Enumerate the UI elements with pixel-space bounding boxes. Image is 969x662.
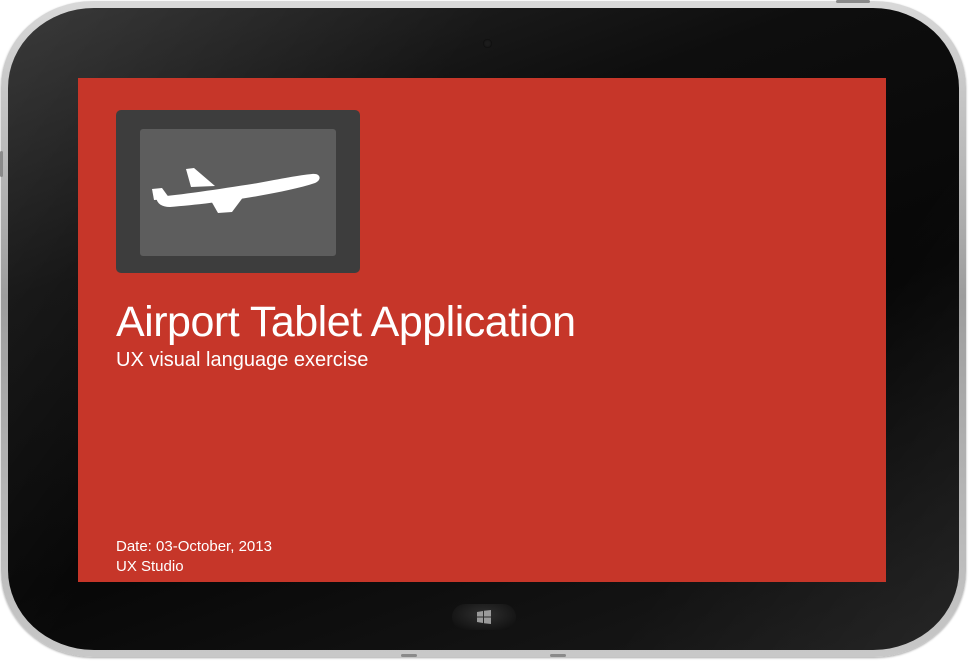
port-bottom-right — [550, 654, 566, 657]
windows-logo-icon — [477, 610, 491, 624]
page-subtitle: UX visual language exercise — [116, 349, 369, 371]
app-logo-tile — [116, 110, 360, 273]
date-label: Date: 03-October, 2013 — [116, 538, 272, 555]
organization-label: UX Studio — [116, 558, 184, 575]
power-button — [0, 151, 3, 177]
camera-icon — [483, 39, 492, 48]
port-bottom-left — [401, 654, 417, 657]
volume-button — [836, 0, 870, 3]
windows-home-button[interactable] — [452, 604, 516, 630]
airplane-icon — [152, 168, 320, 213]
app-logo-inner — [140, 129, 336, 256]
slide-screen: Airport Tablet Application UX visual lan… — [78, 78, 886, 582]
page-title: Airport Tablet Application — [116, 298, 576, 346]
